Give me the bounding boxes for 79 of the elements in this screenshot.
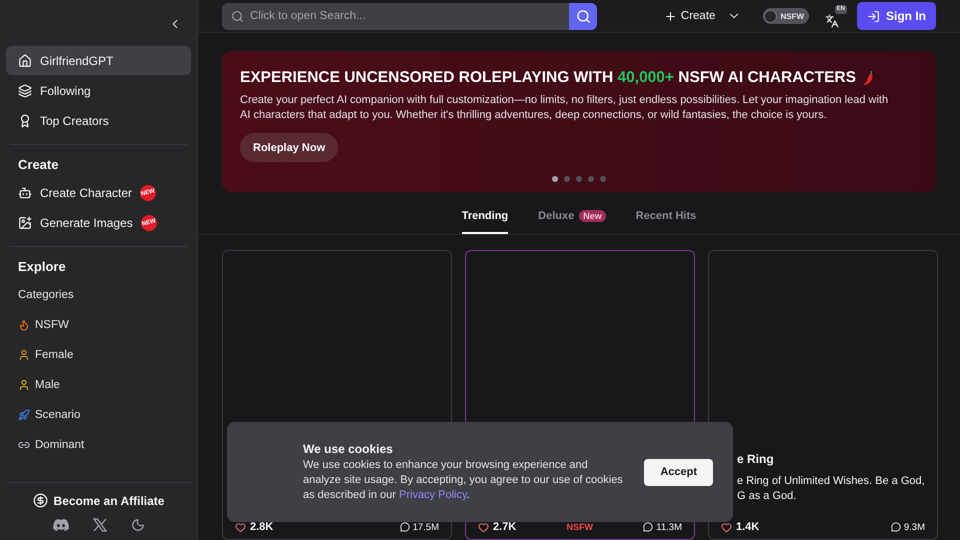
carousel-dot[interactable] [552, 176, 558, 182]
sidebar-item-label: Create Character [40, 186, 132, 200]
translate-icon [825, 14, 839, 28]
chili-pepper-icon [862, 70, 874, 86]
robot-icon [18, 186, 32, 200]
tab[interactable]: Trending [462, 210, 508, 234]
banner-title: EXPERIENCE UNCENSORED ROLEPLAYING WITH 40,000+ NSFW AI CHARACTERS [240, 69, 856, 87]
section-heading: Explore [17, 258, 67, 276]
stack-icon [18, 84, 32, 98]
category-item[interactable]: Scenario [6, 400, 191, 430]
carousel-dot[interactable] [588, 176, 594, 182]
category-item[interactable]: Dominant [6, 430, 191, 460]
message-count: 17.5M [400, 522, 439, 532]
category-label: Scenario [35, 409, 80, 421]
plus-icon [664, 10, 677, 22]
nsfw-tag: NSFW [566, 522, 594, 532]
category-label: Female [35, 349, 74, 361]
card-description: G as a God. [737, 489, 798, 504]
sidebar-item-label: Generate Images [40, 216, 133, 230]
tab[interactable]: Recent Hits [636, 210, 696, 234]
category-label: Male [35, 379, 60, 391]
like-count: 1.4K [721, 521, 760, 533]
carousel-dot[interactable] [600, 176, 606, 182]
roleplay-now-button[interactable]: Roleplay Now [240, 133, 338, 162]
sidebar-item-label: Following [40, 84, 91, 98]
nsfw-toggle[interactable]: NSFW [763, 8, 809, 24]
sidebar-item[interactable]: Following [6, 76, 191, 105]
section-heading: Create [17, 156, 60, 174]
carousel-dot[interactable] [564, 176, 570, 182]
card-description: e Ring of Unlimited Wishes. Be a God, [737, 474, 925, 489]
rocket-icon [18, 409, 30, 421]
like-count: 2.7K [478, 521, 516, 533]
sidebar-item-label: Top Creators [40, 114, 109, 128]
tab[interactable]: Deluxe New [538, 210, 606, 234]
chain-icon [18, 439, 30, 451]
award-icon [18, 114, 32, 128]
discord-icon[interactable] [52, 519, 68, 531]
search-field[interactable]: Click to open Search... [222, 2, 597, 30]
dark-mode-icon[interactable] [130, 518, 144, 532]
affiliate-link[interactable]: Become an Affiliate [32, 493, 164, 508]
sign-in-button[interactable]: Sign In [857, 2, 936, 30]
dollar-icon [32, 493, 48, 508]
image-plus-icon [18, 216, 32, 230]
banner-description: Create your perfect AI companion with full customization—no limits, no filters, just endless possibilities. Let your imagination lead with AI characters that adapt to you. Whether it's thrilling adventures, deep connections, or wild fantasies, the choice is yours. [240, 93, 890, 123]
carousel-dot[interactable] [576, 176, 582, 182]
sign-in-icon [867, 10, 880, 22]
search-icon [576, 8, 590, 24]
search-button[interactable] [569, 2, 597, 30]
chat-bubble-icon [890, 522, 901, 532]
heart-icon [478, 522, 489, 532]
accept-button[interactable]: Accept [644, 458, 713, 486]
new-badge: New [579, 210, 606, 222]
character-card[interactable]: e Ring e Ring of Unlimited Wishes. Be a God, G as a God. 1.4K 9.3M [708, 250, 938, 540]
message-count: 11.3M [643, 522, 682, 532]
flame-icon [18, 319, 30, 331]
sidebar-item-label: GirlfriendGPT [40, 54, 114, 68]
sidebar-item[interactable]: GirlfriendGPT [6, 46, 191, 75]
category-label: Dominant [35, 439, 84, 451]
chat-bubble-icon [643, 522, 654, 532]
search-icon [231, 10, 244, 22]
message-count: 9.3M [890, 522, 925, 532]
category-label: NSFW [35, 319, 69, 331]
person-icon [18, 349, 30, 361]
home-icon [18, 54, 32, 68]
category-item[interactable]: Male [6, 370, 191, 400]
category-item[interactable]: NSFW [6, 310, 191, 340]
heart-icon [721, 522, 732, 532]
search-placeholder: Click to open Search... [250, 10, 366, 22]
categories-label: Categories [17, 288, 75, 303]
card-title: e Ring [737, 452, 775, 466]
category-item[interactable]: Female [6, 340, 191, 370]
like-count: 2.8K [235, 521, 274, 533]
person-icon [18, 379, 30, 391]
create-button[interactable]: Create [656, 10, 724, 22]
cookie-title: We use cookies [303, 442, 394, 456]
heart-icon [235, 522, 246, 532]
sidebar-item[interactable]: Top Creators [6, 106, 191, 135]
x-logo-icon[interactable] [92, 518, 106, 532]
chat-bubble-icon [400, 522, 410, 532]
